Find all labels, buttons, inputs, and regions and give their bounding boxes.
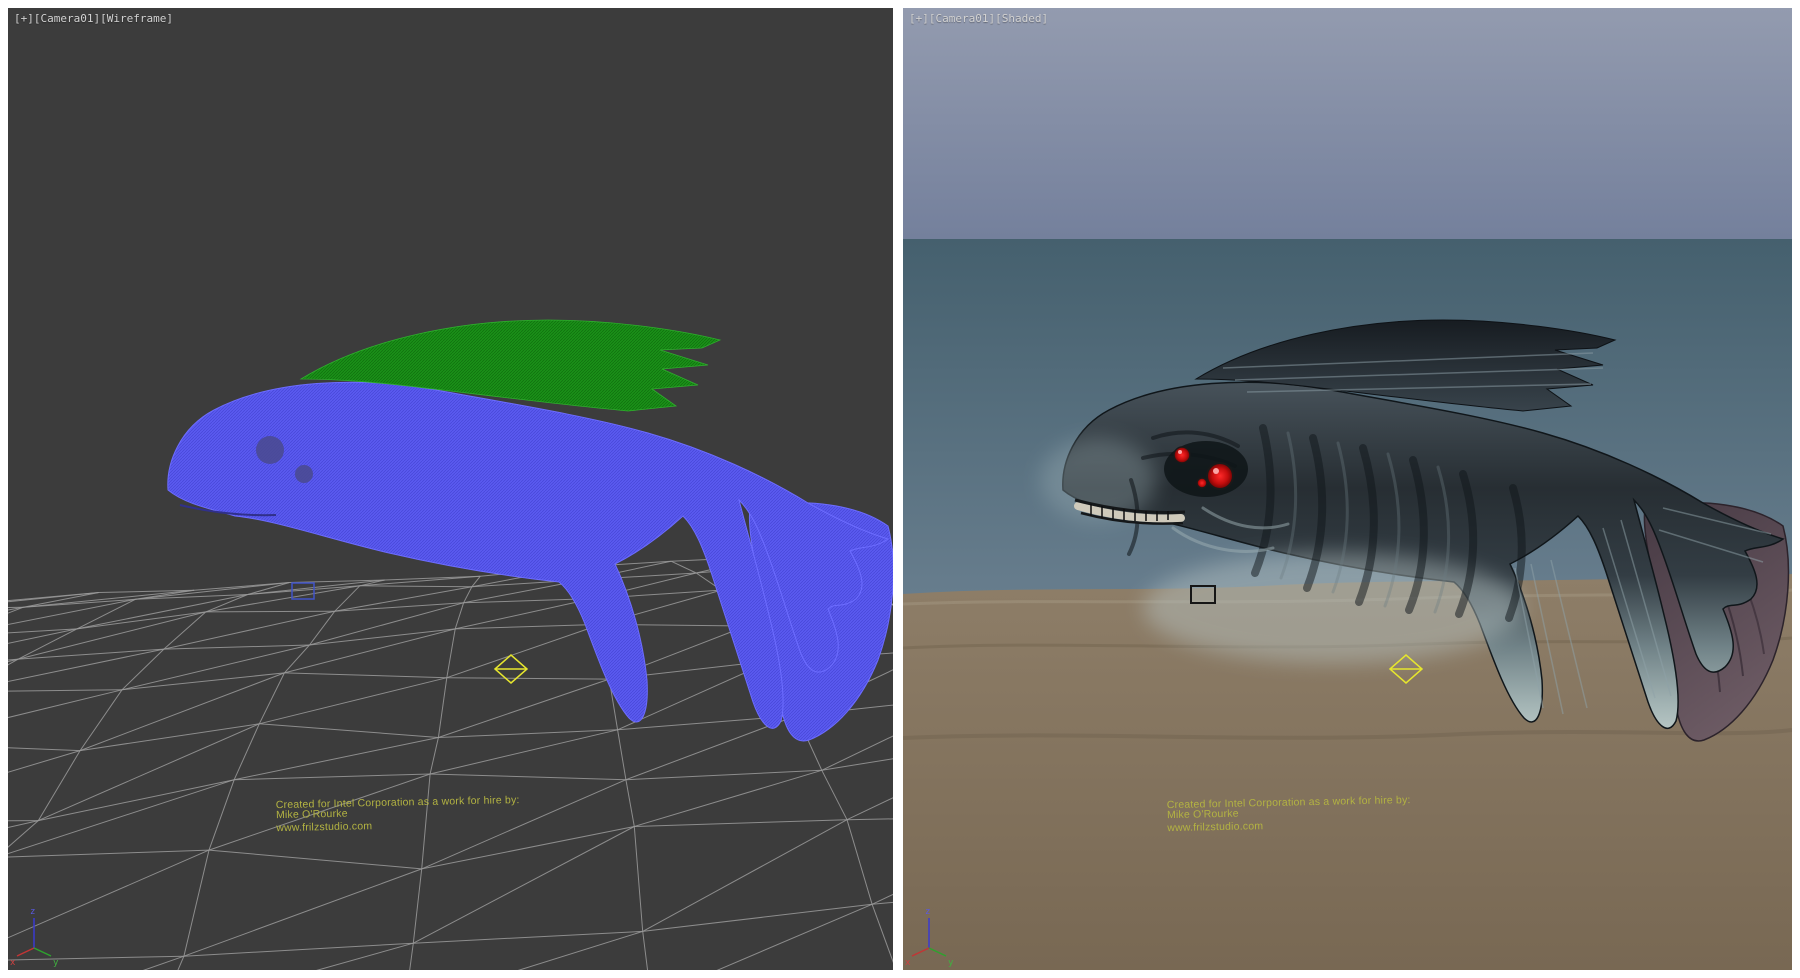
fish-eye-spot-large (256, 436, 284, 464)
axis-y-label: y (53, 958, 59, 968)
viewport-shaded[interactable]: z x y [+][Camera01][Shaded] Created for … (903, 8, 1792, 970)
viewport-label-shaded[interactable]: [+][Camera01][Shaded] (909, 12, 1048, 25)
axis-x-label: x (905, 958, 911, 968)
viewport-label-wireframe[interactable]: [+][Camera01][Wireframe] (14, 12, 173, 25)
scene-annotation: Created for Intel Corporation as a work … (276, 794, 577, 833)
sky (903, 8, 1792, 239)
axis-y-label: y (948, 958, 954, 968)
fish-eye-spot-small (295, 465, 313, 483)
axis-z-label: z (30, 907, 35, 917)
axis-x-label: x (10, 958, 16, 968)
axis-z-label: z (925, 907, 930, 917)
viewport-wireframe[interactable]: z x y [+][Camera01][Wireframe] Created f… (8, 8, 893, 970)
fish-eyes (1164, 441, 1248, 497)
application-window: z x y [+][Camera01][Wireframe] Created f… (0, 0, 1800, 978)
scene-annotation: Created for Intel Corporation as a work … (1167, 794, 1468, 833)
